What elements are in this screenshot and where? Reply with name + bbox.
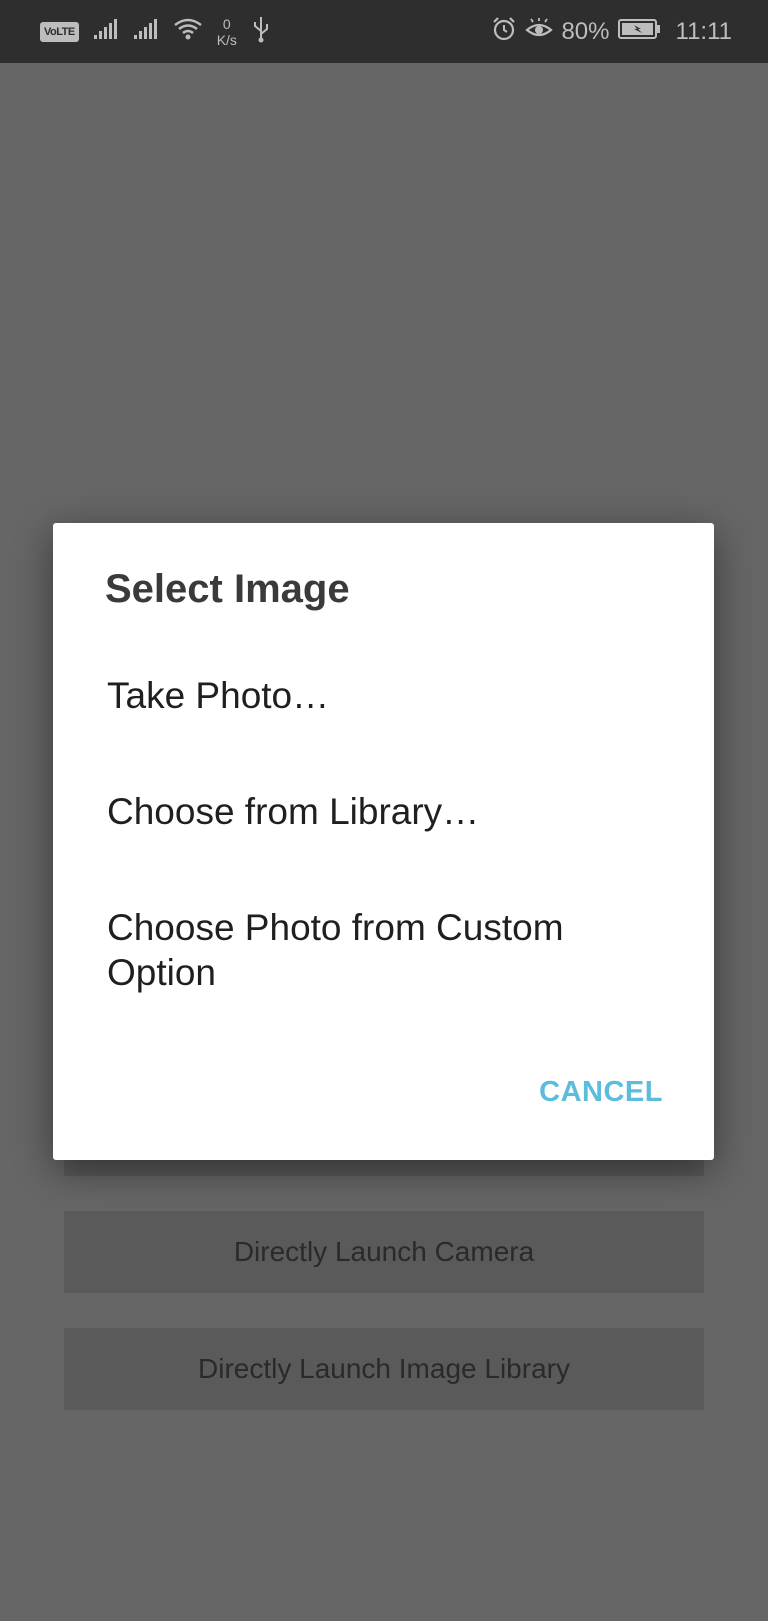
battery-percent: 80% [561,17,610,45]
wifi-icon [173,17,203,46]
dialog-title: Select Image [105,567,350,611]
status-left: VoLTE 0 K/s [40,0,271,63]
launch-camera-button[interactable]: Directly Launch Camera [64,1211,704,1293]
choose-from-library-option[interactable]: Choose from Library… [107,789,667,834]
select-image-dialog: Select Image Take Photo… Choose from Lib… [53,523,714,1160]
choose-custom-option[interactable]: Choose Photo from Custom Option [107,905,667,995]
signal-icon [93,18,119,45]
status-bar: VoLTE 0 K/s 80% 11:11 [0,0,768,63]
net-speed: 0 K/s [217,16,237,48]
launch-library-button[interactable]: Directly Launch Image Library [64,1328,704,1410]
eye-comfort-icon [525,18,554,45]
alarm-icon [491,16,517,47]
net-speed-value: 0 [222,15,231,32]
net-speed-unit: K/s [216,31,237,48]
battery-charging-icon [617,18,662,45]
signal-icon [133,18,159,45]
status-right: 80% 11:11 [491,0,732,63]
volte-icon: VoLTE [40,21,79,42]
usb-icon [251,15,271,48]
take-photo-option[interactable]: Take Photo… [107,673,667,718]
cancel-button[interactable]: CANCEL [539,1076,663,1109]
clock: 11:11 [675,17,733,45]
